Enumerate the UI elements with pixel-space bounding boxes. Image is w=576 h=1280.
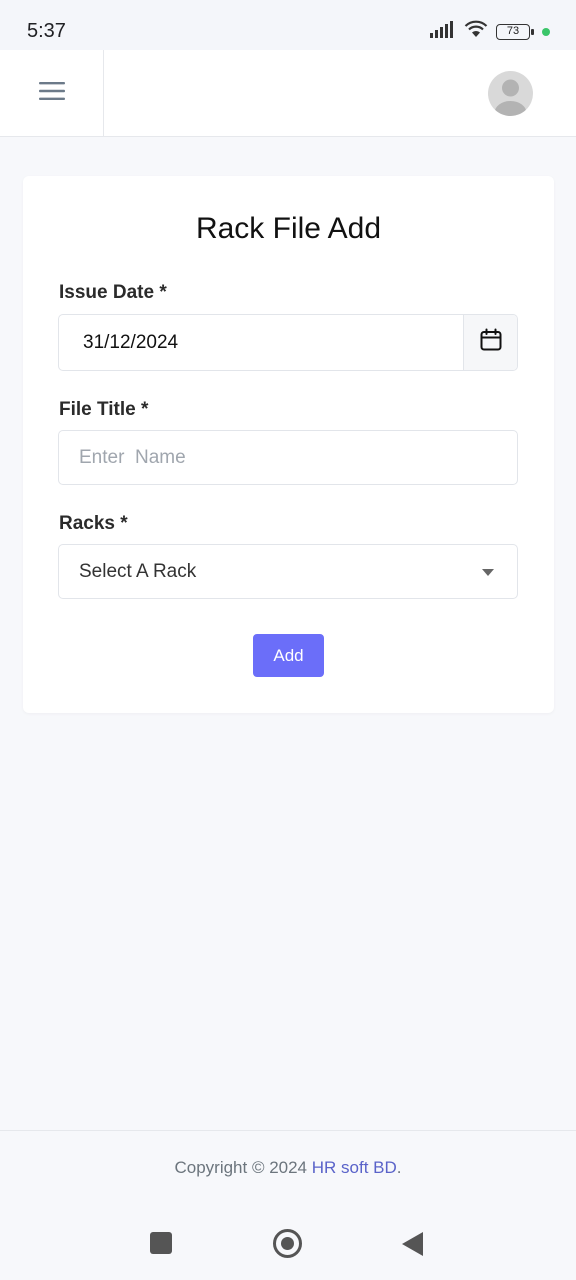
menu-button[interactable] xyxy=(0,50,104,136)
racks-select[interactable]: Select A Rack xyxy=(58,544,518,599)
issue-date-label: Issue Date * xyxy=(59,282,167,303)
hamburger-menu-icon xyxy=(38,81,65,106)
issue-date-field[interactable]: 31/12/2024 xyxy=(58,314,518,371)
file-title-label: File Title * xyxy=(59,399,149,420)
top-navbar xyxy=(0,50,576,137)
rack-file-form-card: Rack File Add Issue Date * 31/12/2024 Fi… xyxy=(23,176,554,713)
user-avatar-button[interactable] xyxy=(488,71,533,116)
file-title-input[interactable] xyxy=(58,430,518,485)
signal-icon xyxy=(430,20,456,43)
status-icons: 73 xyxy=(430,20,550,43)
recent-apps-icon[interactable] xyxy=(150,1232,172,1254)
racks-selected-value: Select A Rack xyxy=(79,560,197,582)
status-bar: 5:37 73 xyxy=(0,0,576,50)
issue-date-value[interactable]: 31/12/2024 xyxy=(59,315,463,370)
home-icon[interactable] xyxy=(273,1229,302,1258)
add-button[interactable]: Add xyxy=(253,634,324,677)
user-avatar-icon xyxy=(488,79,533,116)
calendar-button[interactable] xyxy=(463,315,517,370)
page-title: Rack File Add xyxy=(195,212,382,245)
racks-label: Racks * xyxy=(59,513,128,534)
wifi-icon xyxy=(464,20,488,43)
green-dot-icon xyxy=(542,27,550,36)
brand-link[interactable]: HR soft BD xyxy=(312,1158,397,1177)
chevron-down-icon xyxy=(482,569,494,576)
back-icon[interactable] xyxy=(402,1232,423,1256)
system-navigation-bar xyxy=(0,1204,576,1280)
status-time: 5:37 xyxy=(27,20,66,42)
footer-period: . xyxy=(396,1158,402,1177)
calendar-icon xyxy=(479,328,503,357)
battery-icon: 73 xyxy=(496,23,534,40)
copyright-text: Copyright © 2024 xyxy=(174,1158,312,1177)
footer: Copyright © 2024 HR soft BD. xyxy=(0,1130,576,1204)
